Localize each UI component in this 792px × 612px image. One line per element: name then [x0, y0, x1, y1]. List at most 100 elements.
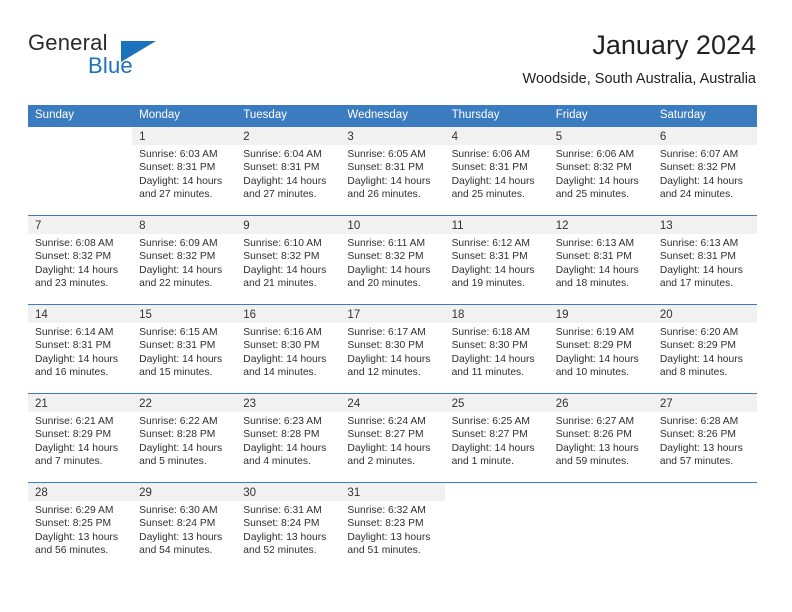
day-cell[interactable] [444, 483, 549, 571]
day-cell[interactable]: 2 Sunrise: 6:04 AM Sunset: 8:31 PM Dayli… [236, 127, 341, 215]
sunrise-text: Sunrise: 6:19 AM [555, 327, 635, 338]
brand-logo[interactable]: General Blue [28, 30, 238, 90]
day-cell[interactable] [28, 127, 133, 215]
page-subtitle: Woodside, South Australia, Australia [522, 71, 756, 87]
day-number-band: 29 [132, 483, 237, 501]
day-cell[interactable]: 6 Sunrise: 6:07 AM Sunset: 8:32 PM Dayli… [652, 127, 757, 215]
daylight-text-line2: and 54 minutes. [139, 545, 213, 557]
title-block: January 2024 Woodside, South Australia, … [523, 28, 756, 90]
day-cell[interactable]: 5 Sunrise: 6:06 AM Sunset: 8:32 PM Dayli… [548, 127, 653, 215]
day-info [28, 145, 132, 148]
day-number-band: 26 [548, 394, 653, 412]
day-cell[interactable] [652, 483, 757, 571]
sunset-text: Sunset: 8:31 PM [347, 162, 424, 174]
day-number: 15 [139, 309, 152, 321]
daylight-text-line1: Daylight: 14 hours [347, 442, 431, 454]
day-cell[interactable]: 26 Sunrise: 6:27 AM Sunset: 8:26 PM Dayl… [548, 394, 653, 482]
day-number: 12 [555, 220, 569, 232]
week-row: 21 Sunrise: 6:21 AM Sunset: 8:29 PM Dayl… [28, 393, 757, 482]
day-cell[interactable]: 27 Sunrise: 6:28 AM Sunset: 8:26 PM Dayl… [652, 394, 757, 482]
day-info: Sunrise: 6:30 AM Sunset: 8:24 PM Dayligh… [132, 501, 236, 558]
day-cell[interactable]: 29 Sunrise: 6:30 AM Sunset: 8:24 PM Dayl… [132, 483, 237, 571]
day-cell[interactable]: 3 Sunrise: 6:05 AM Sunset: 8:31 PM Dayli… [340, 127, 445, 215]
day-cell[interactable] [548, 483, 653, 571]
daylight-text-line2: and 57 minutes. [659, 456, 734, 468]
day-cell[interactable]: 22 Sunrise: 6:22 AM Sunset: 8:28 PM Dayl… [132, 394, 237, 482]
daylight-text-line2: and 2 minutes. [347, 456, 415, 468]
day-number-band: 4 [444, 127, 549, 145]
day-cell[interactable]: 19 Sunrise: 6:19 AM Sunset: 8:29 PM Dayl… [548, 305, 653, 393]
sunset-text: Sunset: 8:31 PM [451, 162, 528, 174]
day-cell[interactable]: 16 Sunrise: 6:16 AM Sunset: 8:30 PM Dayl… [236, 305, 341, 393]
daylight-text-line1: Daylight: 14 hours [35, 353, 118, 365]
week-row: 28 Sunrise: 6:29 AM Sunset: 8:25 PM Dayl… [28, 482, 757, 571]
day-info: Sunrise: 6:11 AM Sunset: 8:32 PM Dayligh… [340, 234, 444, 291]
day-cell[interactable]: 8 Sunrise: 6:09 AM Sunset: 8:32 PM Dayli… [132, 216, 237, 304]
sunrise-text: Sunrise: 6:07 AM [659, 149, 739, 160]
daylight-text-line1: Daylight: 14 hours [243, 175, 327, 187]
daylight-text-line2: and 52 minutes. [243, 545, 317, 557]
day-info: Sunrise: 6:22 AM Sunset: 8:28 PM Dayligh… [132, 412, 236, 469]
daylight-text-line1: Daylight: 14 hours [451, 353, 535, 365]
daylight-text-line2: and 26 minutes. [347, 189, 421, 201]
day-number: 23 [243, 398, 257, 410]
day-info: Sunrise: 6:06 AM Sunset: 8:31 PM Dayligh… [445, 145, 549, 202]
day-number-band: 11 [444, 216, 549, 234]
day-number: 27 [659, 398, 673, 410]
day-number: 4 [451, 131, 458, 143]
day-number [549, 487, 556, 499]
day-cell[interactable]: 15 Sunrise: 6:15 AM Sunset: 8:31 PM Dayl… [132, 305, 237, 393]
sunset-text: Sunset: 8:32 PM [659, 162, 736, 174]
day-cell[interactable]: 7 Sunrise: 6:08 AM Sunset: 8:32 PM Dayli… [28, 216, 133, 304]
day-cell[interactable]: 11 Sunrise: 6:12 AM Sunset: 8:31 PM Dayl… [444, 216, 549, 304]
week-row: 7 Sunrise: 6:08 AM Sunset: 8:32 PM Dayli… [28, 215, 757, 304]
day-number: 13 [659, 220, 673, 232]
day-cell[interactable]: 14 Sunrise: 6:14 AM Sunset: 8:31 PM Dayl… [28, 305, 133, 393]
weekday-header-tuesday: Tuesday [243, 109, 287, 121]
daylight-text-line2: and 12 minutes. [347, 367, 421, 379]
day-info: Sunrise: 6:18 AM Sunset: 8:30 PM Dayligh… [445, 323, 549, 380]
day-info: Sunrise: 6:24 AM Sunset: 8:27 PM Dayligh… [340, 412, 444, 469]
day-number: 8 [139, 220, 146, 232]
day-number-band [28, 127, 133, 145]
day-cell[interactable]: 30 Sunrise: 6:31 AM Sunset: 8:24 PM Dayl… [236, 483, 341, 571]
day-number-band: 30 [236, 483, 341, 501]
daylight-text-line2: and 18 minutes. [555, 278, 629, 290]
day-cell[interactable]: 31 Sunrise: 6:32 AM Sunset: 8:23 PM Dayl… [340, 483, 445, 571]
sunrise-text: Sunrise: 6:05 AM [347, 149, 426, 160]
day-number: 22 [139, 398, 152, 410]
daylight-text-line1: Daylight: 14 hours [139, 175, 223, 187]
day-number-band [548, 483, 653, 501]
sunrise-text: Sunrise: 6:13 AM [659, 238, 739, 249]
day-cell[interactable]: 9 Sunrise: 6:10 AM Sunset: 8:32 PM Dayli… [236, 216, 341, 304]
day-cell[interactable]: 23 Sunrise: 6:23 AM Sunset: 8:28 PM Dayl… [236, 394, 341, 482]
day-cell[interactable]: 28 Sunrise: 6:29 AM Sunset: 8:25 PM Dayl… [28, 483, 133, 571]
sunset-text: Sunset: 8:29 PM [555, 340, 632, 352]
day-cell[interactable]: 1 Sunrise: 6:03 AM Sunset: 8:31 PM Dayli… [132, 127, 237, 215]
sunrise-text: Sunrise: 6:24 AM [347, 416, 426, 427]
day-cell[interactable]: 24 Sunrise: 6:24 AM Sunset: 8:27 PM Dayl… [340, 394, 445, 482]
day-cell[interactable]: 25 Sunrise: 6:25 AM Sunset: 8:27 PM Dayl… [444, 394, 549, 482]
day-cell[interactable]: 10 Sunrise: 6:11 AM Sunset: 8:32 PM Dayl… [340, 216, 445, 304]
day-cell[interactable]: 18 Sunrise: 6:18 AM Sunset: 8:30 PM Dayl… [444, 305, 549, 393]
day-number-band: 28 [28, 483, 133, 501]
day-cell[interactable]: 21 Sunrise: 6:21 AM Sunset: 8:29 PM Dayl… [28, 394, 133, 482]
day-info: Sunrise: 6:04 AM Sunset: 8:31 PM Dayligh… [236, 145, 340, 202]
day-cell[interactable]: 4 Sunrise: 6:06 AM Sunset: 8:31 PM Dayli… [444, 127, 549, 215]
daylight-text-line1: Daylight: 14 hours [243, 353, 327, 365]
daylight-text-line1: Daylight: 14 hours [659, 264, 743, 276]
day-cell[interactable]: 12 Sunrise: 6:13 AM Sunset: 8:31 PM Dayl… [548, 216, 653, 304]
daylight-text-line2: and 14 minutes. [243, 367, 317, 379]
daylight-text-line1: Daylight: 14 hours [139, 353, 223, 365]
day-cell[interactable]: 13 Sunrise: 6:13 AM Sunset: 8:31 PM Dayl… [652, 216, 757, 304]
day-info: Sunrise: 6:08 AM Sunset: 8:32 PM Dayligh… [28, 234, 132, 291]
sunset-text: Sunset: 8:32 PM [35, 251, 112, 263]
daylight-text-line1: Daylight: 14 hours [139, 264, 223, 276]
weekday-header-thursday: Thursday [451, 109, 500, 121]
sunrise-text: Sunrise: 6:11 AM [347, 238, 426, 249]
day-info: Sunrise: 6:12 AM Sunset: 8:31 PM Dayligh… [445, 234, 549, 291]
sunrise-text: Sunrise: 6:09 AM [139, 238, 218, 249]
day-cell[interactable]: 20 Sunrise: 6:20 AM Sunset: 8:29 PM Dayl… [652, 305, 757, 393]
sunset-text: Sunset: 8:32 PM [347, 251, 424, 263]
day-cell[interactable]: 17 Sunrise: 6:17 AM Sunset: 8:30 PM Dayl… [340, 305, 445, 393]
